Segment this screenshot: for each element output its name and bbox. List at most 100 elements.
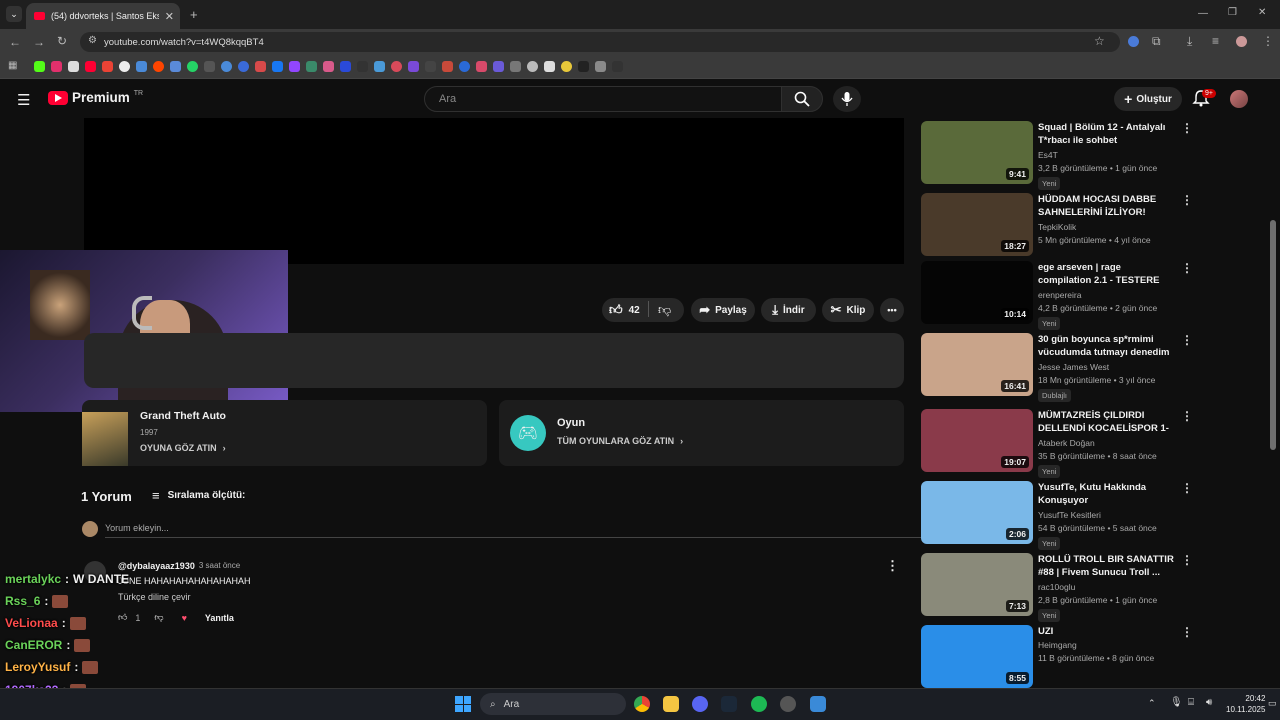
chrome-taskbar-icon[interactable] [634,696,650,712]
bookmark-whatsapp-icon[interactable] [187,61,198,72]
bookmark-icon[interactable] [476,61,487,72]
video-thumbnail[interactable]: 10:14 [921,261,1033,324]
video-menu-icon[interactable]: ⋮ [1181,409,1193,423]
add-comment-input[interactable]: Yorum ekleyin... [105,523,169,533]
maximize-icon[interactable]: ❐ [1228,7,1237,18]
channel-name[interactable]: TepkiKolik [1038,222,1076,232]
channel-name[interactable]: rac10oglu [1038,582,1075,592]
bookmark-icon[interactable] [493,61,504,72]
game-link[interactable]: OYUNA GÖZ ATIN › [140,443,226,453]
extensions-puzzle-icon[interactable]: ⧉ [1152,34,1161,49]
bookmark-icon[interactable] [561,61,572,72]
channel-name[interactable]: Heimgang [1038,640,1077,650]
notification-center-icon[interactable]: ▭ [1268,698,1277,709]
bookmark-twitch-icon[interactable] [289,61,300,72]
comment-like-icon[interactable]: 👍︎ [118,612,127,623]
bookmark-icon[interactable] [510,61,521,72]
bookmark-reddit-icon[interactable] [153,61,164,72]
site-info-icon[interactable]: ⚙ [88,35,97,46]
network-icon[interactable]: ⌸ [1188,697,1194,708]
bookmark-kick-icon[interactable] [34,61,45,72]
bookmark-x-icon[interactable] [68,61,79,72]
description-box[interactable] [84,333,904,388]
comment-author[interactable]: @dybalayaaz1930 [118,561,195,571]
video-title[interactable]: HÜDDAM HOCASI DABBE SAHNELERİNİ İZLİYOR! [1038,193,1174,219]
reading-list-icon[interactable]: ≡ [1212,34,1219,48]
video-title[interactable]: UZI [1038,625,1174,638]
bookmark-icon[interactable] [340,61,351,72]
download-icon[interactable]: ⤓ [1187,34,1192,49]
channel-name[interactable]: erenpereira [1038,290,1081,300]
channel-name[interactable]: Jesse James West [1038,362,1109,372]
steam-taskbar-icon[interactable] [721,696,737,712]
bookmark-icon[interactable] [255,61,266,72]
back-icon[interactable]: ← [9,35,21,49]
more-actions-button[interactable]: ••• [880,298,904,322]
file-explorer-icon[interactable] [663,696,679,712]
reply-button[interactable]: Yanıtla [205,613,234,623]
app-taskbar-icon[interactable] [810,696,826,712]
share-button[interactable]: ➦ Paylaş [691,298,755,322]
video-title[interactable]: Squad | Bölüm 12 - Antalyalı T*rbacı ile… [1038,121,1174,147]
video-thumbnail[interactable]: 7:13 [921,553,1033,616]
forward-icon[interactable]: → [33,35,45,49]
bookmark-icon[interactable] [425,61,436,72]
bookmark-icon[interactable] [323,61,334,72]
bookmark-icon[interactable] [595,61,606,72]
bookmark-star-icon[interactable]: ☆ [1094,34,1105,48]
video-title[interactable]: YusufTe, Kutu Hakkında Konuşuyor [1038,481,1174,507]
bookmark-icon[interactable] [357,61,368,72]
bookmark-icon[interactable] [408,61,419,72]
bookmark-instagram-icon[interactable] [51,61,62,72]
video-thumbnail[interactable]: 16:41 [921,333,1033,396]
apps-grid-icon[interactable]: ▦ [8,60,17,71]
video-thumbnail[interactable]: 9:41 [921,121,1033,184]
youtube-logo[interactable]: Premium TR [48,90,143,105]
clip-button[interactable]: ✂ Klip [822,298,874,322]
video-thumbnail[interactable]: 2:06 [921,481,1033,544]
search-input[interactable]: Ara [424,86,782,112]
microphone-tray-icon[interactable]: 🎙︎ [1170,697,1183,708]
category-link[interactable]: TÜM OYUNLARA GÖZ ATIN › [557,436,683,446]
taskbar-search[interactable]: ⌕ Ara [480,693,626,715]
bookmark-icon[interactable] [459,61,470,72]
browser-tab[interactable]: (54) ddvorteks | Santos Ekspres ✕ [26,3,180,29]
bookmark-icon[interactable] [442,61,453,72]
comment-menu-icon[interactable]: ⋮ [886,558,899,574]
spotify-taskbar-icon[interactable] [751,696,767,712]
translate-link[interactable]: Türkçe diline çevir [118,592,191,602]
channel-name[interactable]: Es4T [1038,150,1058,160]
create-button[interactable]: + Oluştur [1114,87,1182,111]
bookmark-icon[interactable] [612,61,623,72]
windows-start-icon[interactable] [455,696,471,712]
bookmark-icon[interactable] [238,61,249,72]
bookmark-icon[interactable] [221,61,232,72]
video-menu-icon[interactable]: ⋮ [1181,553,1193,567]
comment-dislike-icon[interactable]: 👎︎ [154,612,163,623]
settings-taskbar-icon[interactable] [780,696,796,712]
video-menu-icon[interactable]: ⋮ [1181,121,1193,135]
thumbs-down-icon[interactable]: 👎︎ [658,302,671,318]
video-thumbnail[interactable]: 18:27 [921,193,1033,256]
address-bar[interactable]: youtube.com/watch?v=t4WQ8kqqBT4 [80,32,1120,52]
hamburger-menu-icon[interactable]: ☰ [17,91,30,109]
video-menu-icon[interactable]: ⋮ [1181,625,1193,639]
bookmark-icon[interactable] [391,61,402,72]
sort-button[interactable]: ≡ Sıralama ölçütü: [152,488,245,503]
search-button[interactable] [781,86,823,112]
bookmark-icon[interactable] [544,61,555,72]
bookmark-icon[interactable] [527,61,538,72]
bookmark-icon[interactable] [204,61,215,72]
bookmark-icon[interactable] [170,61,181,72]
like-button[interactable]: 👍︎ 42 [609,302,640,318]
close-window-icon[interactable]: ✕ [1258,7,1266,18]
menu-kebab-icon[interactable]: ⋮ [1262,34,1274,48]
bookmark-icon[interactable] [374,61,385,72]
video-title[interactable]: ROLLÜ TROLL BIR SANATTIR #88 | Fivem Sun… [1038,553,1174,579]
video-player[interactable] [84,118,904,264]
profile-icon[interactable] [1236,36,1247,47]
bookmark-google-icon[interactable] [119,61,130,72]
category-card[interactable] [499,400,904,466]
tab-search-icon[interactable]: ⌄ [6,6,22,22]
bookmark-icon[interactable] [306,61,317,72]
